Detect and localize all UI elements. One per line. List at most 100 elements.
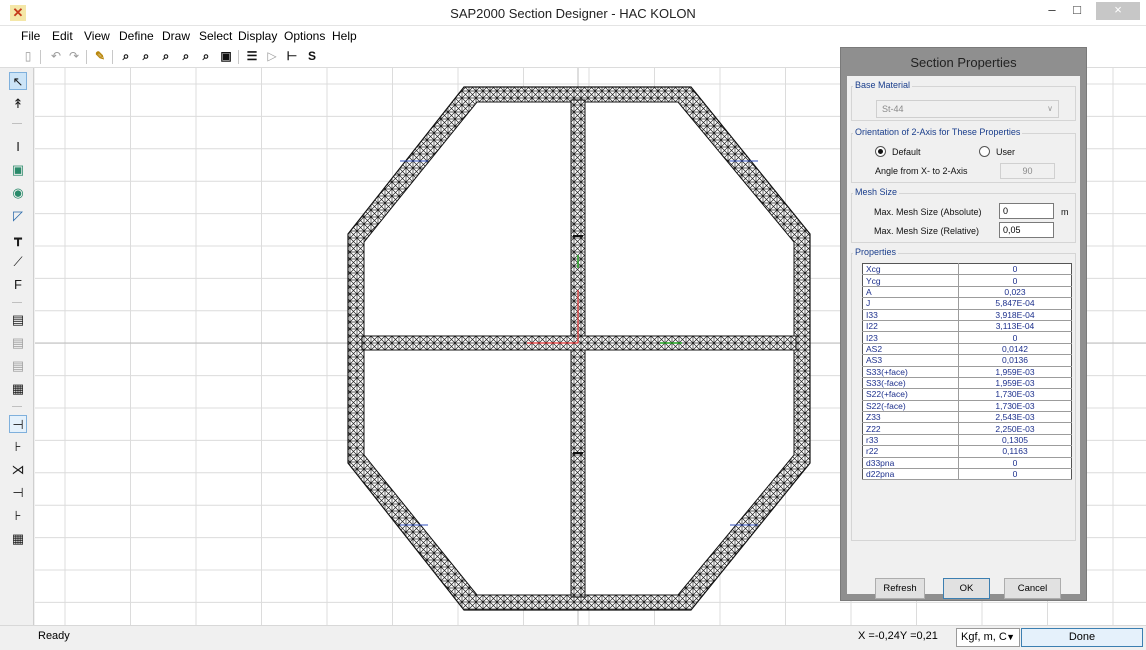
property-name: S22(+face): [862, 388, 959, 401]
menu-view[interactable]: View: [84, 29, 110, 43]
close-button[interactable]: ×: [1096, 2, 1140, 20]
user-radio-label: User: [996, 147, 1016, 157]
menu-help[interactable]: Help: [332, 29, 357, 43]
property-row: r33 0,1305: [862, 434, 1072, 447]
snap-perp-icon[interactable]: ⊣: [9, 484, 27, 502]
property-value: 1,730E-03: [958, 388, 1072, 401]
property-name: S33(+face): [862, 366, 959, 378]
menu-edit[interactable]: Edit: [52, 29, 73, 43]
mesh-absolute-field[interactable]: 0: [999, 203, 1054, 219]
pointer-tool-icon[interactable]: ↖: [9, 72, 27, 90]
property-value: 2,543E-03: [958, 411, 1072, 424]
axis-icon[interactable]: ⊢: [284, 48, 300, 64]
angle-label: Angle from X- to 2-Axis: [875, 166, 968, 176]
property-row: d22pna 0: [862, 468, 1072, 481]
draw-circle-icon[interactable]: ◉: [9, 184, 27, 202]
mesh-size-label: Mesh Size: [853, 187, 900, 197]
zoom-all-icon[interactable]: ▣: [218, 48, 234, 64]
draw-polygon-icon[interactable]: ◸: [9, 207, 27, 225]
menu-select[interactable]: Select: [199, 29, 232, 43]
property-row: S33(-face) 1,959E-03: [862, 377, 1072, 390]
base-material-label: Base Material: [853, 80, 913, 90]
draw-line-icon[interactable]: ⟋: [9, 253, 27, 271]
section-icon[interactable]: ☰: [244, 48, 260, 64]
show-previous-icon[interactable]: ▤: [9, 334, 27, 352]
dialog-body: Base Material St-44 ∨ Orientation of 2-A…: [847, 76, 1080, 599]
minimize-button[interactable]: –: [1040, 2, 1064, 20]
property-value: 0: [958, 274, 1072, 287]
property-row: Z22 2,250E-03: [862, 422, 1072, 435]
mesh-relative-field[interactable]: 0,05: [999, 222, 1054, 238]
toolbar-divider: [238, 50, 239, 64]
property-name: AS2: [862, 343, 959, 356]
property-value: 0: [958, 331, 1072, 344]
default-radio[interactable]: [875, 146, 886, 157]
properties-table-body: Xcg 0 Ycg 0 A 0,023 J 5,847E-04 I33 3,918E-04 I22 3…: [862, 263, 1072, 481]
zoom-in-icon[interactable]: ⌕: [138, 48, 154, 64]
draw-i-section-icon[interactable]: I: [9, 138, 27, 156]
menu-options[interactable]: Options: [284, 29, 325, 43]
orientation-group: Orientation of 2-Axis for These Properti…: [851, 127, 1076, 183]
menu-file[interactable]: File: [21, 29, 40, 43]
property-value: 0: [958, 263, 1072, 276]
user-radio[interactable]: [979, 146, 990, 157]
show-all-icon[interactable]: ▤: [9, 311, 27, 329]
toolbar-divider: [112, 50, 113, 64]
snap-end-icon[interactable]: ⊦: [9, 438, 27, 456]
property-row: r22 0,1163: [862, 445, 1072, 458]
property-value: 0,0142: [958, 343, 1072, 356]
zoom-window-icon[interactable]: ⌕: [118, 48, 134, 64]
snap-intersection-icon[interactable]: ⊣: [9, 415, 27, 433]
property-name: r33: [862, 434, 959, 447]
stress-icon[interactable]: S: [304, 48, 320, 64]
snap-cross-icon[interactable]: ⋊: [9, 461, 27, 479]
properties-label: Properties: [853, 247, 899, 257]
property-value: 3,918E-04: [958, 309, 1072, 321]
clear-selection-icon[interactable]: ▤: [9, 357, 27, 375]
property-row: Xcg 0: [862, 263, 1072, 276]
zoom-restore-icon[interactable]: ⌕: [198, 48, 214, 64]
zoom-out-icon[interactable]: ⌕: [158, 48, 174, 64]
app-window: ✕ SAP2000 Section Designer - HAC KOLON –…: [0, 0, 1146, 650]
property-name: I23: [862, 331, 959, 344]
mesh-absolute-unit: m: [1061, 207, 1069, 217]
menu-display[interactable]: Display: [238, 29, 277, 43]
menu-bar: File Edit View Define Draw Select Displa…: [0, 26, 1146, 46]
done-button[interactable]: Done: [1021, 628, 1143, 647]
property-name: r22: [862, 445, 959, 458]
reshape-tool-icon[interactable]: ↟: [9, 95, 27, 113]
snap-edge-icon[interactable]: ⊦: [9, 507, 27, 525]
title-bar: ✕ SAP2000 Section Designer - HAC KOLON –…: [0, 0, 1146, 26]
draw-rebar-icon[interactable]: F: [9, 276, 27, 294]
property-value: 0,1163: [958, 445, 1072, 458]
angle-field: 90: [1000, 163, 1055, 179]
ok-button[interactable]: OK: [943, 578, 990, 599]
units-dropdown[interactable]: Kgf, m, C ▼: [956, 628, 1020, 647]
units-value: Kgf, m, C: [961, 631, 1007, 643]
new-file-icon[interactable]: ▯: [20, 48, 36, 64]
redo-icon[interactable]: ↷: [66, 48, 82, 64]
draw-tee-icon[interactable]: ┳: [9, 230, 27, 248]
toolbar-divider: [86, 50, 87, 64]
zoom-previous-icon[interactable]: ⌕: [178, 48, 194, 64]
maximize-button[interactable]: □: [1065, 2, 1089, 20]
property-name: I33: [862, 309, 959, 321]
property-value: 3,113E-04: [958, 320, 1072, 333]
undo-icon[interactable]: ↶: [48, 48, 64, 64]
draw-rectangle-icon[interactable]: ▣: [9, 161, 27, 179]
chevron-down-icon: ∨: [1047, 104, 1053, 113]
snap-grid-icon[interactable]: ▦: [9, 530, 27, 548]
properties-table: Xcg 0 Ycg 0 A 0,023 J 5,847E-04 I33 3,918E-04 I22 3…: [862, 263, 1072, 481]
cancel-button[interactable]: Cancel: [1004, 578, 1061, 599]
status-bar: Ready X =-0,24Y =0,21 Kgf, m, C ▼ Done: [0, 625, 1146, 650]
menu-define[interactable]: Define: [119, 29, 154, 43]
property-name: Z33: [862, 411, 959, 424]
property-value: 1,730E-03: [958, 400, 1072, 413]
left-tool-column: ↖ ↟ I ▣ ◉ ◸ ┳ ⟋ F ▤ ▤ ▤ ▦ ⊣ ⊦ ⋊ ⊣ ⊦ ▦: [0, 68, 34, 625]
shape-icon[interactable]: ▷: [264, 48, 280, 64]
menu-draw[interactable]: Draw: [162, 29, 190, 43]
property-name: S33(-face): [862, 377, 959, 390]
pencil-icon[interactable]: ✎: [92, 48, 108, 64]
refresh-button[interactable]: Refresh: [875, 578, 925, 599]
hatch-icon[interactable]: ▦: [9, 380, 27, 398]
